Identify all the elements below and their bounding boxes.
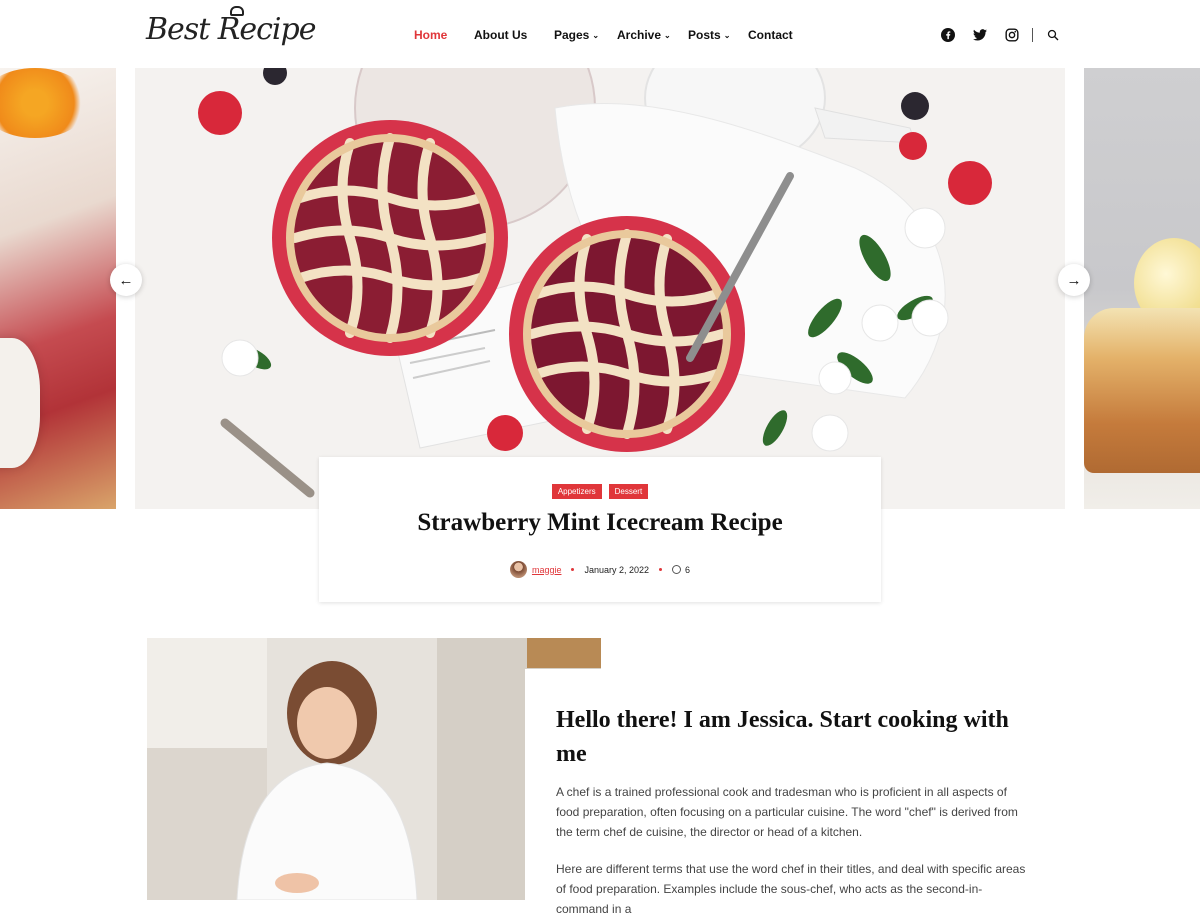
about-paragraph: A chef is a trained professional cook an… [556,785,1018,839]
divider [1032,27,1033,42]
post-date: January 2, 2022 [584,564,650,575]
post-title[interactable]: Strawberry Mint Icecream Recipe [319,509,881,537]
facebook-icon[interactable] [940,27,955,42]
chevron-down-icon: ⌄ [723,30,731,40]
about-title: Hello there! I am Jessica. Start cooking… [556,707,1009,767]
nav-label: About Us [474,28,528,42]
nav-label: Home [414,28,448,42]
avatar [509,561,527,578]
meta-separator [659,568,663,571]
category-tag[interactable]: Appetizers [551,484,602,499]
category-tag[interactable]: Dessert [608,484,649,499]
arrow-left-icon: ← [118,271,134,289]
post-categories: Appetizers Dessert [319,484,881,499]
search-icon[interactable] [1045,27,1060,42]
site-logo[interactable]: Best Recipe [146,6,316,47]
meta-separator [571,568,575,571]
slide-preview-previous[interactable] [0,68,116,509]
post-meta: maggie January 2, 2022 6 [319,561,881,578]
orange-image [0,68,90,138]
nav-item-posts[interactable]: Posts ⌄ [688,28,748,42]
social-links [940,27,1077,42]
nav-label: Archive [617,28,662,42]
comment-icon [672,565,682,574]
chef-hat-icon [230,6,244,16]
chevron-down-icon: ⌄ [664,30,671,40]
nav-item-pages[interactable]: Pages ⌄ [554,28,617,42]
instagram-icon[interactable] [1004,27,1019,42]
comment-count[interactable]: 6 [685,565,690,575]
nav-item-about-us[interactable]: About Us [474,28,554,42]
logo-text: Best Recipe [146,12,316,47]
slide-preview-next[interactable] [1084,68,1200,509]
nav-item-home[interactable]: Home [414,28,474,42]
nav-label: Posts [688,28,721,42]
featured-post-card: Appetizers Dessert Strawberry Mint Icecr… [319,457,881,602]
arrow-right-icon: → [1066,271,1082,289]
main-nav: Home About Us Pages ⌄ Archive ⌄ Posts ⌄ … [414,28,793,42]
cake-image [1084,308,1200,473]
twitter-icon[interactable] [972,27,987,42]
nav-label: Pages [554,28,590,42]
slider-prev-button[interactable]: ← [110,264,142,296]
slider-next-button[interactable]: → [1058,264,1090,296]
cup-image [0,338,40,468]
pie-photo [135,68,1065,509]
featured-slide-image[interactable] [135,68,1065,509]
author-link[interactable]: maggie [532,565,562,575]
nav-item-archive[interactable]: Archive ⌄ [617,28,688,42]
nav-item-contact[interactable]: Contact [748,28,793,42]
site-header: Best Recipe Home About Us Pages ⌄ Archiv… [0,0,1200,68]
nav-label: Contact [748,28,793,42]
about-paragraph: Here are different terms that use the wo… [556,862,1026,916]
chevron-down-icon: ⌄ [592,30,600,40]
